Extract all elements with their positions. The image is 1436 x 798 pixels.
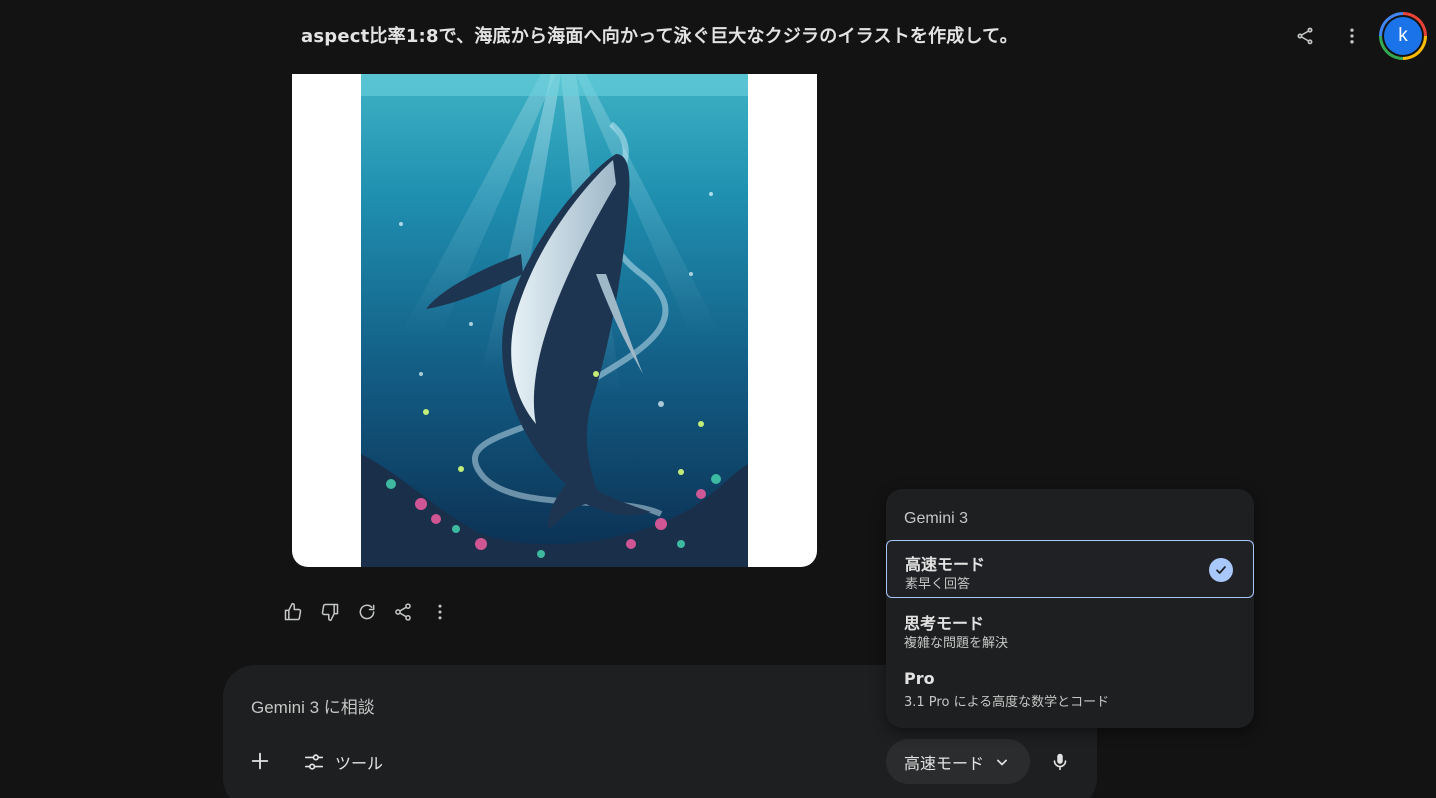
chevron-down-icon	[997, 759, 1008, 765]
plus-icon	[251, 752, 269, 770]
mode-option-title: 高速モード	[905, 555, 986, 574]
mode-option-title: Pro	[904, 669, 935, 688]
tune-icon	[304, 754, 324, 770]
more-options-button[interactable]	[1334, 18, 1370, 54]
more-vert-icon	[1350, 28, 1354, 44]
mode-option-pro[interactable]: Pro 3.1 Pro による高度な数学とコード	[886, 659, 1254, 717]
share-response-button[interactable]	[389, 598, 417, 626]
avatar-border: k	[1382, 15, 1424, 57]
mode-option-thinking[interactable]: 思考モード 複雑な問題を解決	[886, 600, 1254, 658]
tools-label: ツール	[335, 754, 384, 773]
selected-check-icon	[1209, 558, 1233, 582]
response-more-button[interactable]	[426, 598, 454, 626]
avatar: k	[1384, 17, 1422, 55]
mode-option-title: 思考モード	[904, 614, 985, 633]
regenerate-icon	[359, 604, 375, 620]
mode-menu-heading: Gemini 3	[904, 510, 969, 527]
share-button[interactable]	[1287, 18, 1323, 54]
mode-option-subtitle: 素早く回答	[905, 577, 971, 592]
add-content-button[interactable]	[245, 746, 275, 776]
good-response-button[interactable]	[279, 598, 307, 626]
share-icon	[1297, 27, 1313, 45]
bad-response-button[interactable]	[316, 598, 344, 626]
more-vert-icon	[438, 604, 442, 620]
mode-option-fast[interactable]: 高速モード 素早く回答	[886, 540, 1254, 598]
mode-selector-label: 高速モード	[904, 753, 985, 773]
mode-option-subtitle: 3.1 Pro による高度な数学とコード	[904, 695, 1110, 710]
mode-selector-button[interactable]: 高速モード	[886, 739, 1030, 784]
mode-option-subtitle: 複雑な問題を解決	[904, 636, 1009, 651]
conversation-title: aspect比率1:8で、海底から海面へ向かって泳ぐ巨大なクジラのイラストを作成…	[301, 26, 1019, 47]
microphone-button[interactable]	[1045, 745, 1075, 779]
share-icon	[395, 603, 411, 621]
tools-button[interactable]: ツール	[295, 745, 391, 779]
thumb-up-icon	[284, 602, 302, 621]
regenerate-button[interactable]	[353, 598, 381, 626]
prompt-input[interactable]: Gemini 3 に相談	[251, 693, 375, 718]
mic-icon	[1053, 753, 1067, 771]
thumb-down-icon	[321, 603, 339, 622]
whale-illustration-image	[361, 74, 748, 567]
generated-image-card[interactable]	[292, 74, 817, 567]
mode-menu: Gemini 3 高速モード 素早く回答 思考モード 複雑な問題を解決 Pro …	[886, 489, 1254, 728]
account-avatar-button[interactable]: k	[1379, 12, 1427, 60]
